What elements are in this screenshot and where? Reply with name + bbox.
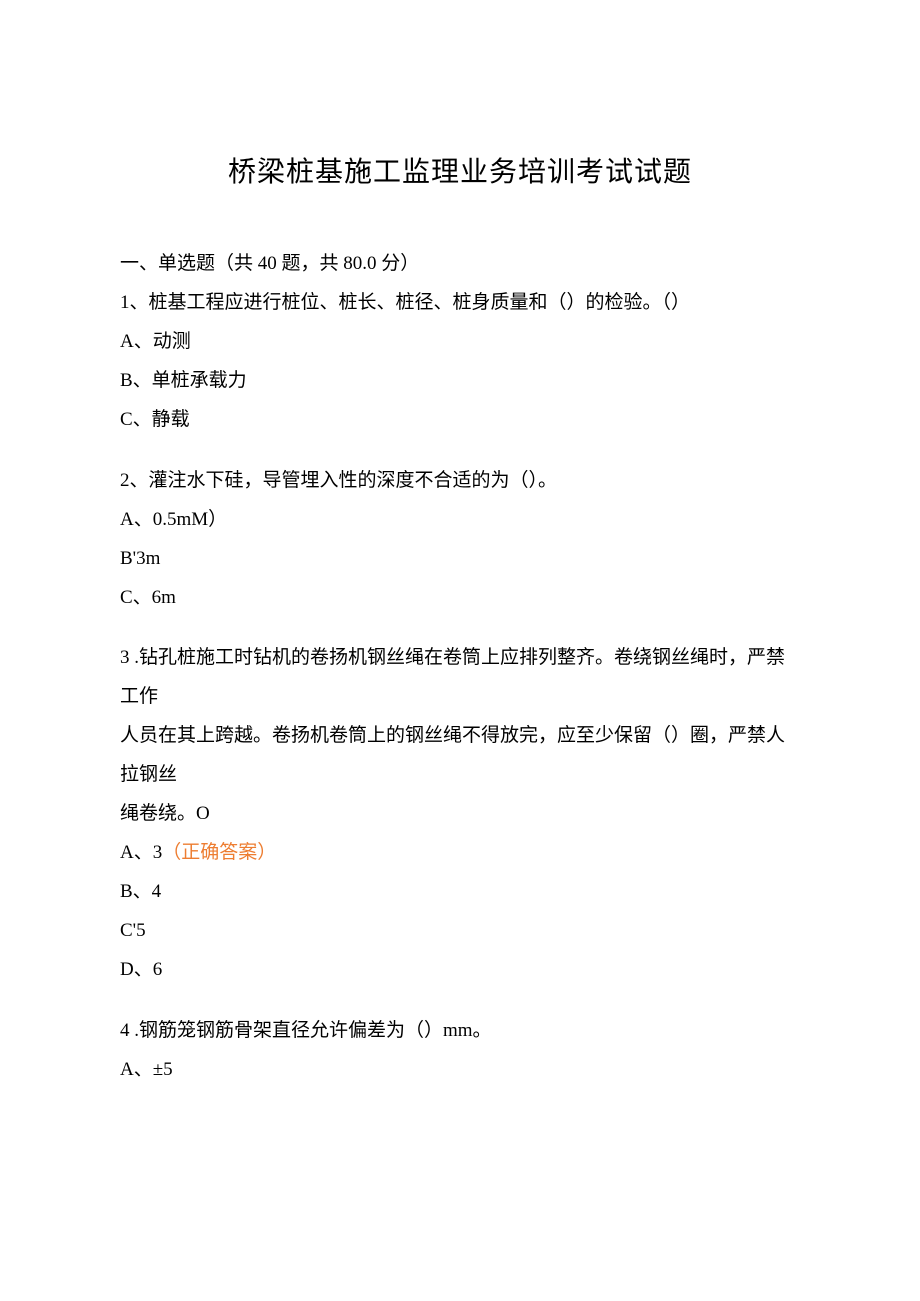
q1-option-b: B、单桩承载力	[120, 362, 800, 401]
section-header: 一、单选题（共 40 题，共 80.0 分）	[120, 245, 800, 284]
question-1: 1、桩基工程应进行桩位、桩长、桩径、桩身质量和（）的检验。（） A、动测 B、单…	[120, 284, 800, 440]
q1-option-c: C、静载	[120, 401, 800, 440]
q2-stem: 2、灌注水下硅，导管埋入性的深度不合适的为（）。	[120, 462, 800, 501]
q3-stem-line1: 3 .钻孔桩施工时钻机的卷扬机钢丝绳在卷筒上应排列整齐。卷绕钢丝绳时，严禁工作	[120, 639, 800, 717]
q3-option-d: D、6	[120, 951, 800, 990]
q3-stem-line3: 绳卷绕。O	[120, 795, 800, 834]
question-3: 3 .钻孔桩施工时钻机的卷扬机钢丝绳在卷筒上应排列整齐。卷绕钢丝绳时，严禁工作 …	[120, 639, 800, 989]
q4-option-a: A、±5	[120, 1051, 800, 1090]
q3-option-b: B、4	[120, 873, 800, 912]
page-title: 桥梁桩基施工监理业务培训考试试题	[120, 150, 800, 190]
q3-stem-line2: 人员在其上跨越。卷扬机卷筒上的钢丝绳不得放完，应至少保留（）圈，严禁人拉钢丝	[120, 717, 800, 795]
q1-stem: 1、桩基工程应进行桩位、桩长、桩径、桩身质量和（）的检验。（）	[120, 284, 800, 323]
q1-option-a: A、动测	[120, 323, 800, 362]
question-2: 2、灌注水下硅，导管埋入性的深度不合适的为（）。 A、0.5mM） B'3m C…	[120, 462, 800, 618]
q2-option-a: A、0.5mM）	[120, 501, 800, 540]
q3-option-a-text: A、3	[120, 842, 162, 863]
question-4: 4 .钢筋笼钢筋骨架直径允许偏差为（）mm。 A、±5	[120, 1012, 800, 1090]
q4-stem: 4 .钢筋笼钢筋骨架直径允许偏差为（）mm。	[120, 1012, 800, 1051]
correct-answer-label: （正确答案）	[162, 842, 276, 863]
q3-option-c: C'5	[120, 912, 800, 951]
q3-option-a: A、3（正确答案）	[120, 834, 800, 873]
q2-option-b: B'3m	[120, 540, 800, 579]
q2-option-c: C、6m	[120, 579, 800, 618]
exam-page: 桥梁桩基施工监理业务培训考试试题 一、单选题（共 40 题，共 80.0 分） …	[0, 0, 920, 1090]
